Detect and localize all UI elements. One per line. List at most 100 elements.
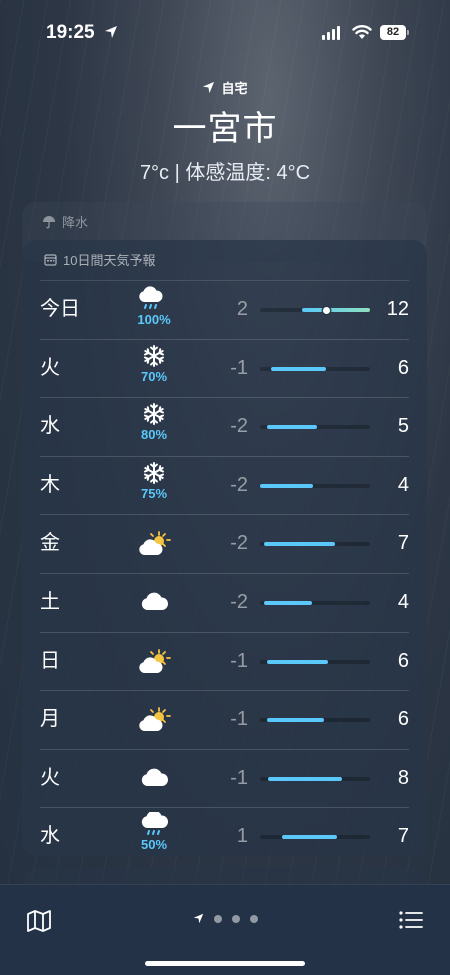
- precipitation-header: 降水: [42, 212, 88, 231]
- precipitation-chance: 50%: [140, 837, 168, 853]
- snowflake-icon: [132, 344, 176, 368]
- temperature-range-fill: [260, 483, 313, 488]
- location-arrow-icon: [193, 913, 203, 924]
- precipitation-chance: 80%: [140, 427, 168, 443]
- forecast-row[interactable]: 水 50% 1 7: [40, 807, 409, 866]
- low-temperature: -1: [230, 649, 248, 672]
- forecast-row[interactable]: 火 -1 8: [40, 748, 409, 808]
- low-temperature: -1: [230, 766, 248, 789]
- temperature-range-bar: [260, 600, 370, 605]
- weather-condition: [132, 590, 176, 612]
- current-temperature: 7°c | 体感温度: 4°C: [139, 162, 311, 184]
- forecast-row[interactable]: 今日 100% 2 12: [40, 280, 409, 339]
- forecast-day: 今日: [40, 298, 80, 320]
- page-dot: [249, 914, 258, 923]
- temperature-range-bar: [260, 776, 370, 781]
- weather-condition: 50%: [132, 812, 176, 852]
- forecast-row[interactable]: 水 80% -2 5: [40, 397, 409, 456]
- weather-condition: 80%: [132, 402, 176, 442]
- snowflake-icon: [132, 402, 176, 426]
- forecast-day: 土: [40, 590, 60, 613]
- page-dot: [213, 914, 222, 923]
- home-location-line: 自宅: [0, 78, 450, 97]
- cloud-moon-rain-icon: [132, 285, 176, 311]
- precipitation-chance: 100%: [137, 312, 171, 327]
- list-icon[interactable]: [398, 909, 424, 931]
- low-temperature: 1: [236, 825, 248, 848]
- forecast-row[interactable]: 金 -2 7: [40, 514, 409, 573]
- high-temperature: 8: [397, 766, 409, 789]
- high-temperature: 5: [397, 415, 409, 438]
- high-temperature: 6: [397, 708, 409, 731]
- city-name: 一宮市: [172, 110, 278, 148]
- temperature-range-fill: [267, 776, 343, 781]
- high-temperature: 12: [386, 298, 409, 320]
- temperature-range-bar: [260, 835, 370, 840]
- temperature-range-bar: [260, 425, 370, 430]
- ten-day-forecast-card[interactable]: 10日間天気予報 今日 100% 2 12 火 70% -1 6 水 80% -2 5 木 75% -2 4 金…: [22, 240, 427, 856]
- forecast-day: 水: [40, 415, 60, 438]
- home-label: 自宅: [221, 81, 248, 96]
- forecast-day: 火: [40, 766, 60, 789]
- cloud-icon: [132, 766, 176, 788]
- weather-condition: [132, 766, 176, 788]
- high-temperature: 7: [397, 532, 409, 555]
- high-temperature: 4: [397, 473, 409, 496]
- forecast-rows: 今日 100% 2 12 火 70% -1 6 水 80% -2 5 木 75% -2 4 金 -2 7 土 -2 4 日 -…: [40, 280, 409, 866]
- temperature-range-bar: [260, 366, 370, 371]
- battery-icon: 82: [380, 25, 406, 40]
- calendar-icon: [44, 254, 57, 266]
- page-dot: [231, 914, 240, 923]
- wifi-icon: [352, 25, 372, 39]
- low-temperature: -1: [230, 708, 248, 731]
- high-temperature: 6: [397, 356, 409, 379]
- home-indicator[interactable]: [145, 961, 305, 966]
- low-temperature: -2: [230, 532, 248, 555]
- status-time: 19:25: [46, 22, 95, 43]
- current-temperature-dot: [322, 306, 330, 314]
- forecast-day: 日: [40, 649, 60, 672]
- location-arrow-icon: [105, 26, 117, 38]
- weather-condition: 70%: [132, 344, 176, 384]
- low-temperature: -1: [230, 356, 248, 379]
- low-temperature: -2: [230, 415, 248, 438]
- forecast-day: 水: [40, 825, 60, 848]
- page-indicator[interactable]: [0, 913, 450, 924]
- cloud-rain-icon: [132, 812, 176, 836]
- forecast-row[interactable]: 土 -2 4: [40, 572, 409, 632]
- temperature-range-fill: [282, 835, 337, 840]
- forecast-day: 木: [40, 473, 60, 496]
- weather-condition: 100%: [132, 285, 176, 327]
- partly-sunny-icon: [132, 531, 176, 557]
- precipitation-chance: 70%: [140, 368, 168, 384]
- weather-condition: [132, 531, 176, 557]
- weather-condition: [132, 707, 176, 733]
- temperature-range-bar: [260, 306, 370, 314]
- temperature-range-bar: [260, 718, 370, 723]
- temperature-range-fill: [266, 659, 329, 664]
- cellular-signal-icon: [322, 26, 340, 40]
- partly-sunny-icon: [132, 648, 176, 675]
- precipitation-chance: 75%: [140, 485, 168, 501]
- forecast-day: 月: [40, 708, 60, 731]
- temperature-range-fill: [271, 366, 326, 371]
- status-bar: 19:25 82: [0, 0, 450, 64]
- weather-condition: 75%: [132, 461, 176, 501]
- low-temperature: -2: [230, 473, 248, 496]
- precipitation-label: 降水: [62, 215, 89, 230]
- bottom-toolbar: [0, 884, 450, 975]
- temperature-range-fill: [264, 600, 312, 605]
- high-temperature: 6: [397, 649, 409, 672]
- high-temperature: 7: [397, 825, 409, 848]
- cloud-icon: [132, 590, 176, 612]
- snowflake-icon: [132, 461, 176, 485]
- low-temperature: -2: [230, 590, 248, 613]
- forecast-day: 金: [40, 532, 60, 555]
- forecast-row[interactable]: 火 70% -1 6: [40, 338, 409, 398]
- forecast-row[interactable]: 木 75% -2 4: [40, 455, 409, 515]
- partly-sunny-icon: [132, 707, 176, 733]
- battery-tip: [407, 30, 409, 35]
- forecast-row[interactable]: 月 -1 6: [40, 690, 409, 749]
- location-header: 自宅 一宮市 7°c | 体感温度: 4°C: [0, 78, 450, 185]
- forecast-row[interactable]: 日 -1 6: [40, 631, 409, 691]
